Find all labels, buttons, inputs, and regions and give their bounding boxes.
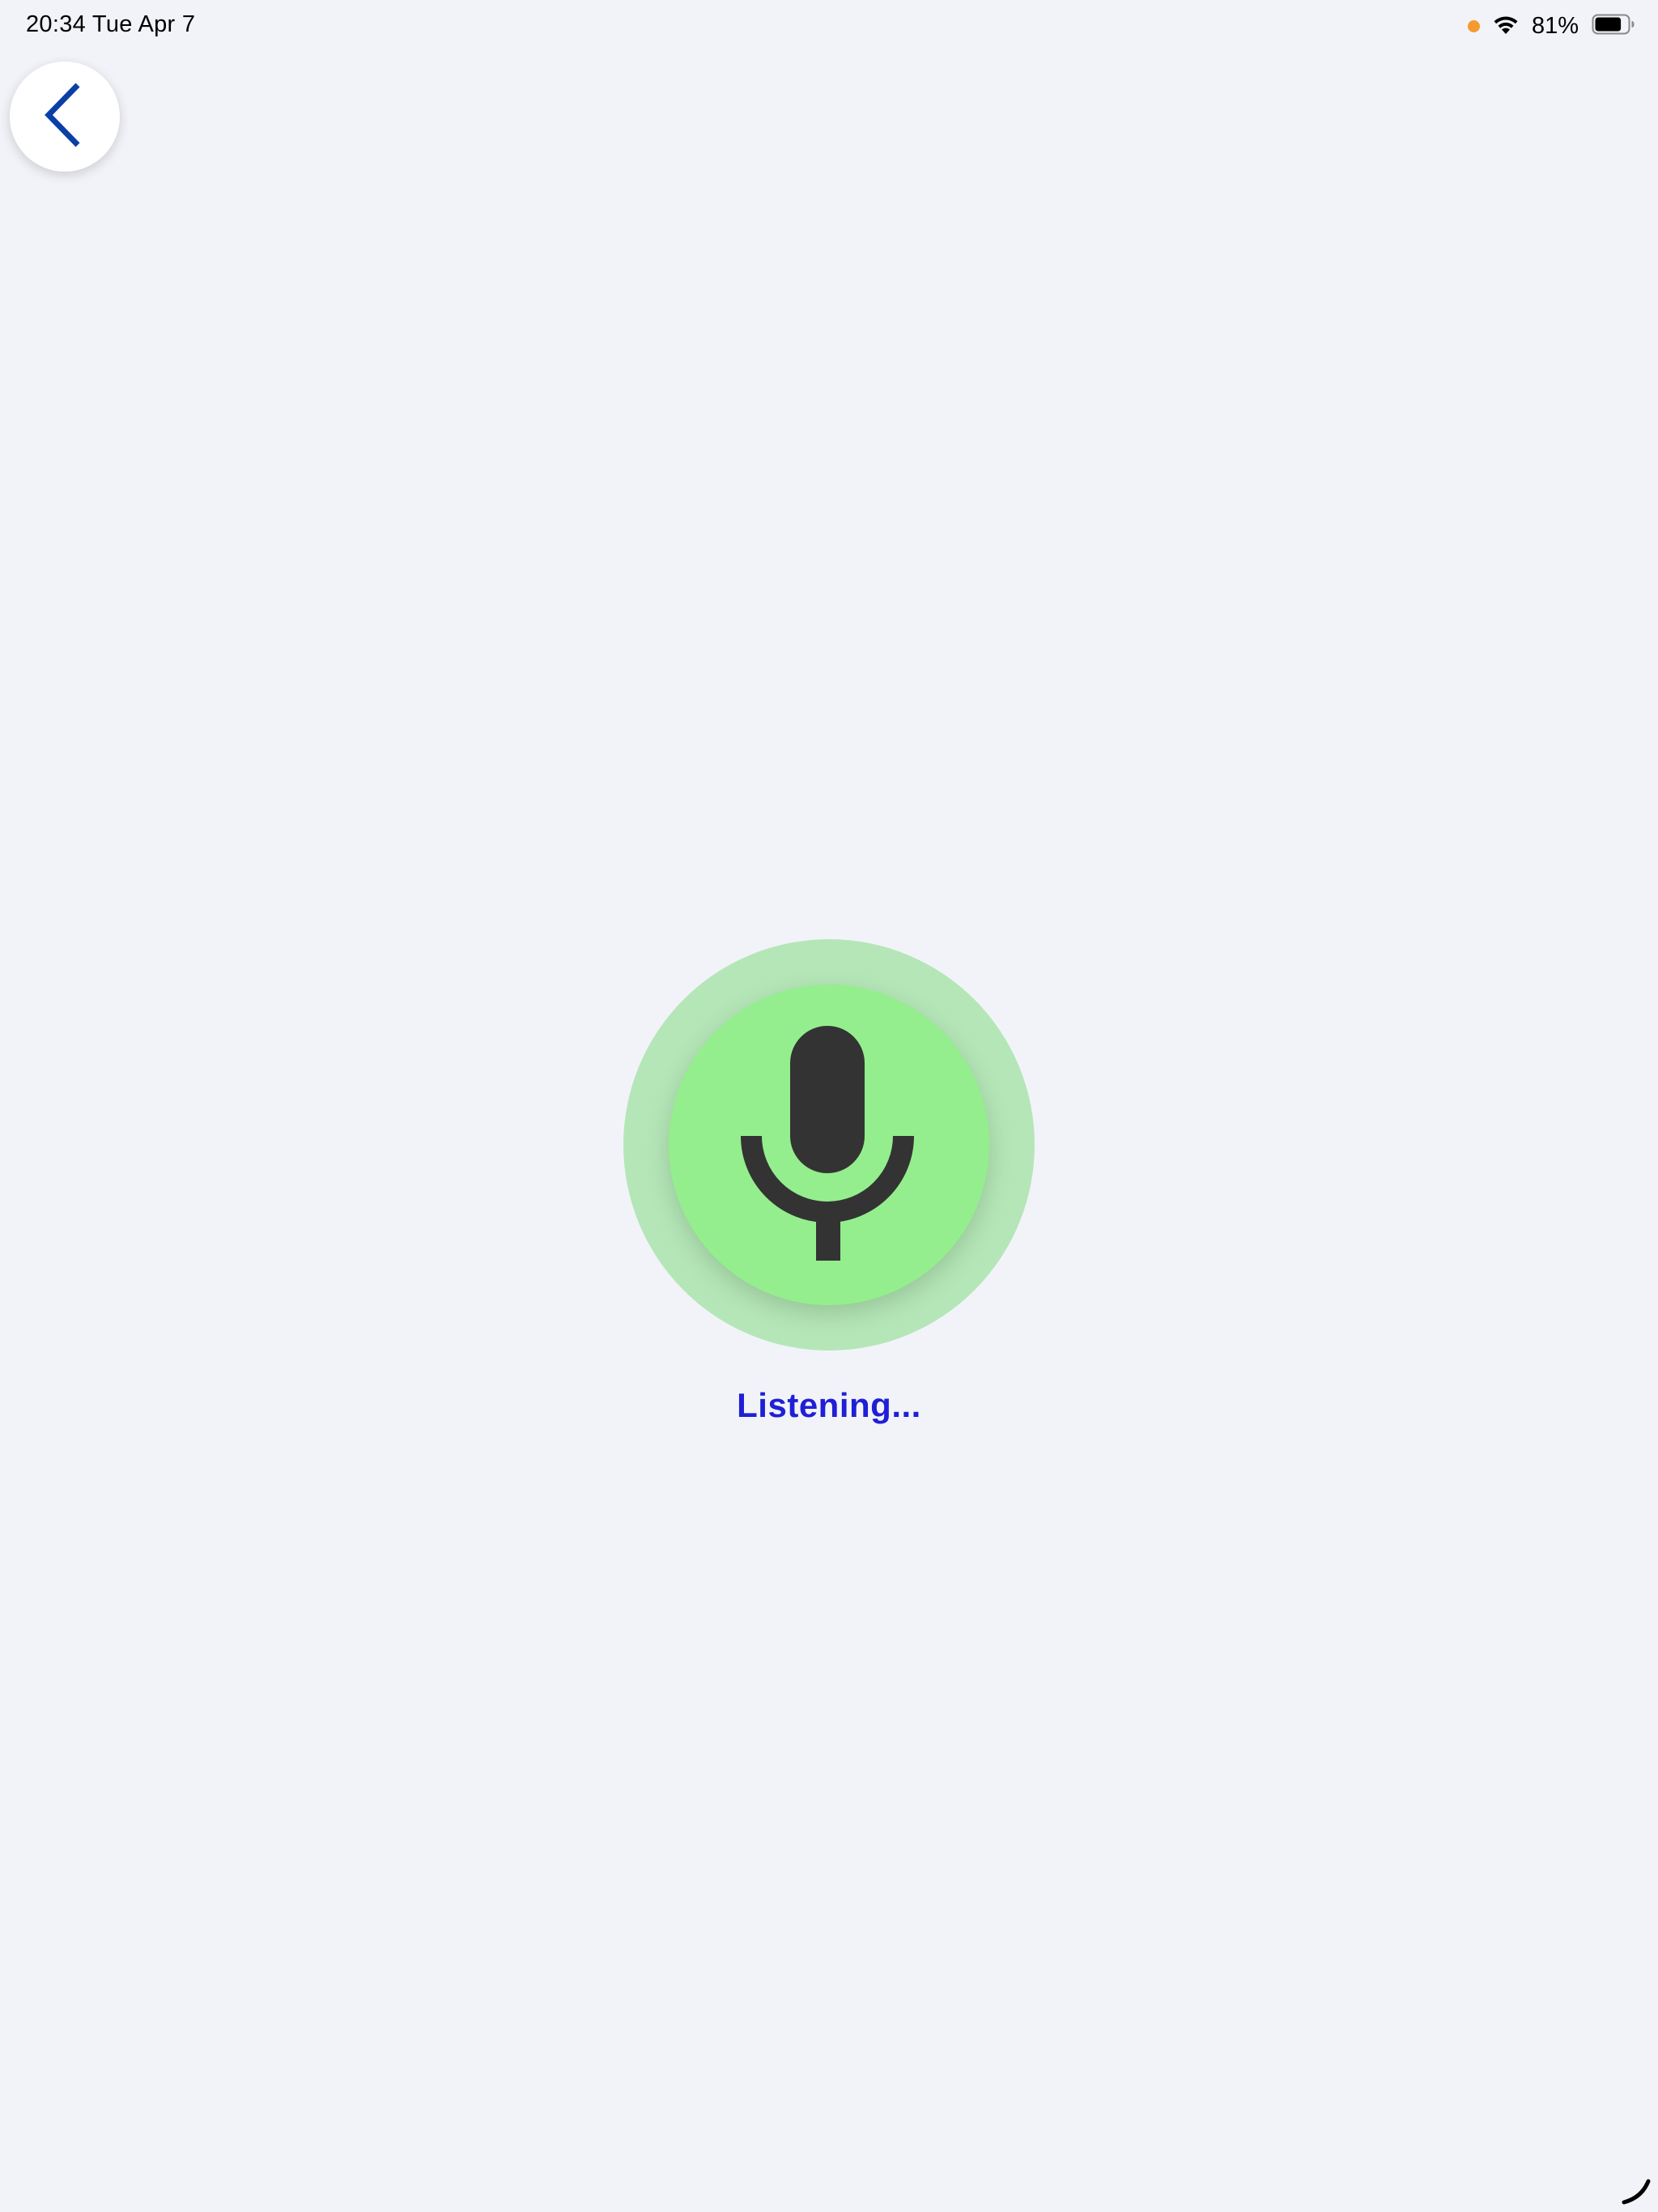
microphone-icon: [740, 1025, 918, 1265]
resize-handle-icon: [1621, 2175, 1653, 2207]
mic-pulse-ring: [623, 939, 1035, 1351]
wifi-icon: [1491, 13, 1520, 40]
status-bar: 20:34 Tue Apr 7 81%: [0, 0, 1658, 52]
back-button[interactable]: [10, 62, 120, 172]
listening-status-label: Listening...: [737, 1386, 921, 1424]
status-time-date: 20:34 Tue Apr 7: [26, 11, 196, 37]
mic-in-use-indicator: [1467, 19, 1480, 32]
mic-button[interactable]: [669, 985, 989, 1305]
chevron-left-icon: [40, 79, 89, 155]
status-indicators: 81%: [1467, 10, 1635, 42]
battery-percentage: 81%: [1531, 12, 1579, 39]
battery-icon: [1592, 14, 1635, 39]
